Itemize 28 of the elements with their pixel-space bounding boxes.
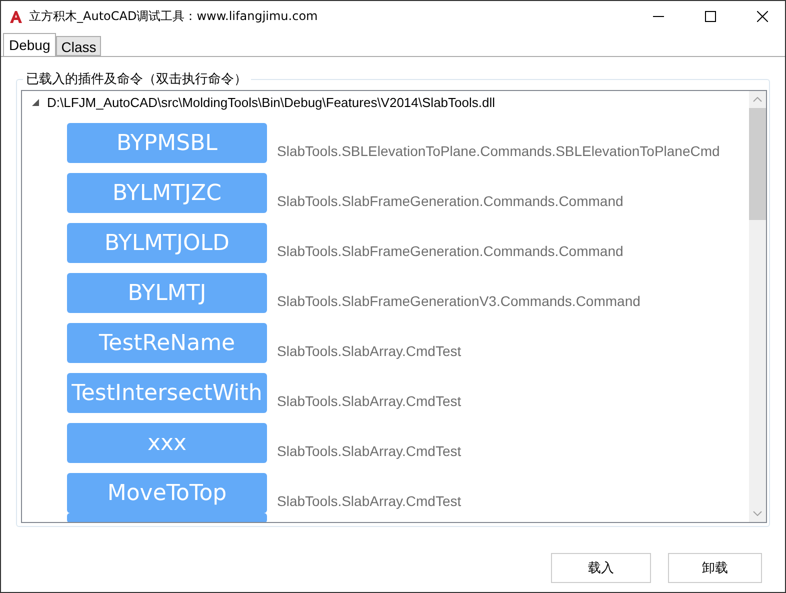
command-class: SlabTools.SlabArray.CmdTest	[277, 443, 462, 459]
command-class: SlabTools.SlabFrameGeneration.Commands.Command	[277, 243, 624, 259]
group-title: 已载入的插件及命令（双击执行命令）	[23, 70, 251, 88]
tab[interactable]: Debug	[3, 33, 56, 57]
command-button[interactable]: xxx	[67, 423, 267, 463]
command-class: SlabTools.SBLElevationToPlane.Commands.SBLElevationToPlaneCmd	[277, 143, 720, 159]
command-button[interactable]: MoveToTop	[67, 473, 267, 513]
command-button[interactable]: BYLMTJ	[67, 273, 267, 313]
command-button[interactable]: BYLMTJZC	[67, 173, 267, 213]
command-class: SlabTools.SlabArray.CmdTest	[277, 493, 462, 509]
command-button[interactable]: TestReName	[67, 323, 267, 363]
command-button[interactable]: BYPMSBL	[67, 123, 267, 163]
command-class: SlabTools.SlabArray.CmdTest	[277, 343, 462, 359]
command-button[interactable]: TestIntersectWith	[67, 373, 267, 413]
expand-toggle-icon[interactable]	[32, 98, 39, 106]
minimize-icon[interactable]	[652, 16, 664, 17]
command-button[interactable]: BYLMTJOLD	[67, 223, 267, 263]
maximize-icon[interactable]	[704, 11, 716, 22]
window-title: 立方积木_AutoCAD调试工具：www.lifangjimu.com	[29, 8, 319, 25]
command-class: SlabTools.SlabFrameGenerationV3.Commands.Command	[277, 293, 640, 309]
tab[interactable]: Class	[56, 36, 102, 56]
close-icon[interactable]	[756, 11, 768, 22]
dll-path[interactable]: D:\LFJM_AutoCAD\src\MoldingTools\Bin\Debug\Features\V2014\SlabTools.dll	[47, 94, 495, 110]
dialog-button[interactable]: 载入	[551, 553, 651, 583]
app-logo-icon	[9, 10, 23, 24]
command-class: SlabTools.SlabFrameGeneration.Commands.Command	[277, 193, 624, 209]
dialog-button[interactable]: 卸载	[668, 553, 762, 583]
command-class: SlabTools.SlabArray.CmdTest	[277, 393, 462, 409]
